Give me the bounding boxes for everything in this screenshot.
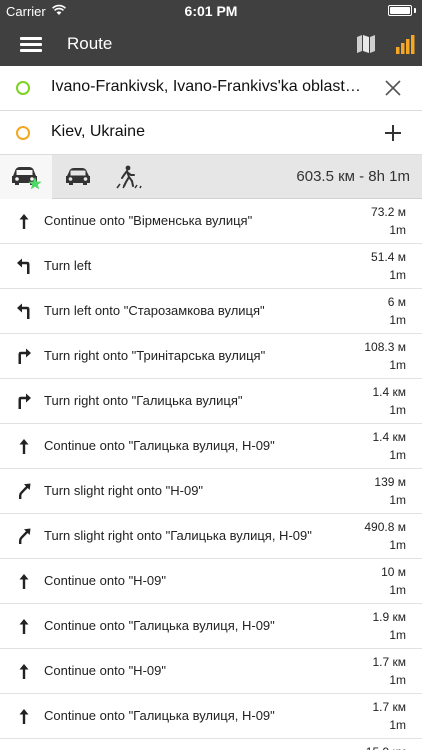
direction-time: 1m	[389, 448, 406, 462]
car-icon	[66, 168, 90, 185]
direction-distance: 1.4 км	[372, 385, 406, 399]
direction-distance: 51.4 м	[371, 250, 406, 264]
direction-row[interactable]: Turn slight right onto "Н-09" 139 м 1m	[0, 469, 422, 514]
direction-text: Continue onto "Н-09"	[44, 573, 166, 588]
car-star-icon	[12, 167, 42, 190]
direction-time: 1m	[389, 493, 406, 507]
turn-right-icon	[18, 393, 31, 409]
turn-straight-icon	[19, 619, 29, 634]
elevation-chart-icon[interactable]	[395, 33, 417, 55]
turn-straight-icon	[19, 709, 29, 724]
direction-row[interactable]: Turn slight right onto "Галицька вулиця,…	[0, 514, 422, 559]
finish-point-text[interactable]: Kiev, Ukraine	[51, 123, 361, 141]
direction-distance: 1.7 км	[372, 655, 406, 669]
direction-distance: 73.2 м	[371, 205, 406, 219]
turn-slight-right-icon	[19, 483, 31, 499]
mode-tab-pedestrian[interactable]	[104, 155, 156, 199]
direction-distance: 139 м	[374, 475, 406, 489]
close-icon[interactable]	[382, 77, 404, 99]
direction-time: 1m	[389, 673, 406, 687]
direction-row[interactable]: Turn left onto "Старозамкова вулиця" 6 м 1…	[0, 289, 422, 334]
direction-row[interactable]: 15.9 км	[0, 739, 422, 750]
direction-distance: 1.9 км	[372, 610, 406, 624]
direction-row[interactable]: Continue onto "Н-09" 1.7 км 1m	[0, 649, 422, 694]
direction-row[interactable]: Continue onto "Н-09" 10 м 1m	[0, 559, 422, 604]
turn-straight-icon	[19, 574, 29, 589]
turn-left-icon	[17, 303, 30, 319]
menu-icon[interactable]	[20, 34, 42, 54]
battery-fill	[390, 7, 410, 14]
direction-time: 1m	[389, 223, 406, 237]
direction-text: Continue onto "Н-09"	[44, 663, 166, 678]
turn-straight-icon	[19, 214, 29, 229]
turn-right-icon	[18, 348, 31, 364]
direction-time: 1m	[389, 538, 406, 552]
direction-distance: 15.9 км	[366, 745, 406, 750]
page-title: Route	[67, 34, 113, 53]
route-summary: 603.5 км - 8h 1m	[296, 168, 410, 185]
direction-text: Continue onto "Галицька вулиця, Н-09"	[44, 708, 275, 723]
start-point-icon	[16, 81, 30, 95]
direction-time: 1m	[389, 583, 406, 597]
battery-tip	[414, 8, 416, 13]
direction-text: Turn slight right onto "Галицька вулиця,…	[44, 528, 312, 543]
direction-time: 1m	[389, 358, 406, 372]
mode-tab-car[interactable]	[52, 155, 104, 199]
direction-text: Continue onto "Галицька вулиця, Н-09"	[44, 438, 275, 453]
mode-tab-car-favorite[interactable]	[0, 155, 52, 199]
direction-time: 1m	[389, 313, 406, 327]
direction-distance: 490.8 м	[364, 520, 406, 534]
plus-icon[interactable]	[382, 122, 404, 144]
direction-text: Continue onto "Вірменська вулиця"	[44, 213, 253, 228]
finish-point-icon	[16, 126, 30, 140]
direction-distance: 108.3 м	[364, 340, 406, 354]
direction-time: 1m	[389, 718, 406, 732]
map-icon[interactable]	[355, 33, 377, 55]
direction-text: Turn slight right onto "Н-09"	[44, 483, 204, 498]
direction-distance: 10 м	[381, 565, 406, 579]
route-finish-row[interactable]: Kiev, Ukraine	[0, 111, 422, 155]
direction-text: Turn right onto "Галицька вулиця"	[44, 393, 243, 408]
start-point-text[interactable]: Ivano-Frankivsk, Ivano-Frankivs'ka oblas…	[51, 78, 361, 96]
status-bar: Carrier 6:01 PM	[0, 0, 422, 22]
direction-row[interactable]: Turn left 51.4 м 1m	[0, 244, 422, 289]
direction-text: Turn left onto "Старозамкова вулиця"	[44, 303, 265, 318]
direction-time: 1m	[389, 628, 406, 642]
direction-row[interactable]: Continue onto "Вірменська вулиця" 73.2 м 1…	[0, 199, 422, 244]
direction-text: Continue onto "Галицька вулиця, Н-09"	[44, 618, 275, 633]
direction-distance: 6 м	[387, 295, 406, 309]
direction-row[interactable]: Continue onto "Галицька вулиця, Н-09" 1.4…	[0, 424, 422, 469]
direction-text: Turn right onto "Тринітарська вулиця"	[44, 348, 266, 363]
status-time: 6:01 PM	[184, 3, 238, 19]
direction-distance: 1.7 км	[372, 700, 406, 714]
direction-text: Turn left	[44, 258, 92, 273]
turn-slight-right-icon	[19, 528, 31, 544]
turn-straight-icon	[19, 664, 29, 679]
direction-time: 1m	[389, 268, 406, 282]
direction-distance: 1.4 км	[372, 430, 406, 444]
direction-row[interactable]: Turn right onto "Галицька вулиця" 1.4 км 1…	[0, 379, 422, 424]
battery-icon	[388, 5, 412, 16]
direction-row[interactable]: Turn right onto "Тринітарська вулиця" 108…	[0, 334, 422, 379]
turn-left-icon	[17, 258, 30, 274]
directions-list[interactable]: Continue onto "Вірменська вулиця" 73.2 м 1…	[0, 199, 422, 750]
pedestrian-icon	[116, 165, 142, 189]
route-start-row[interactable]: Ivano-Frankivsk, Ivano-Frankivs'ka oblas…	[0, 66, 422, 111]
direction-time: 1m	[389, 403, 406, 417]
nav-bar: Route	[0, 22, 422, 66]
direction-row[interactable]: Continue onto "Галицька вулиця, Н-09" 1.7…	[0, 694, 422, 739]
direction-row[interactable]: Continue onto "Галицька вулиця, Н-09" 1.9…	[0, 604, 422, 649]
turn-straight-icon	[19, 439, 29, 454]
route-mode-bar: 603.5 км - 8h 1m	[0, 155, 422, 199]
